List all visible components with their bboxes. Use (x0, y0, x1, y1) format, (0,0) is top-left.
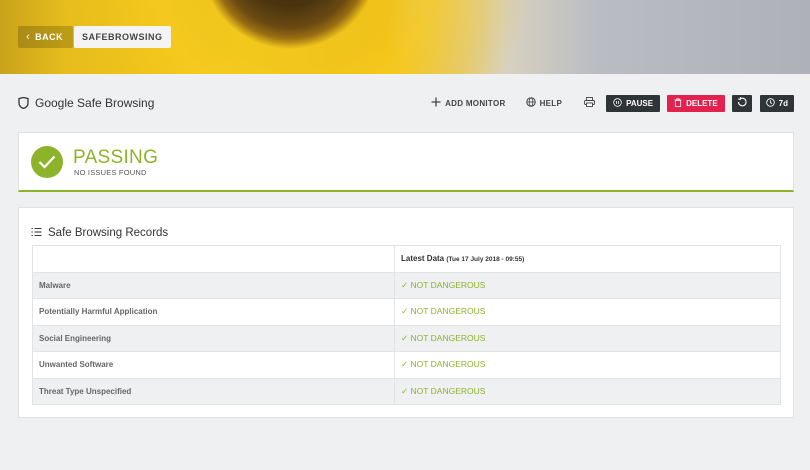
breadcrumb-label: SAFEBROWSING (82, 32, 163, 42)
row-value: ✓ NOT DANGEROUS (394, 324, 781, 352)
plus-icon (431, 97, 441, 109)
table-row: Threat Type Unspecified ✓ NOT DANGEROUS (32, 377, 781, 405)
records-card: Safe Browsing Records Latest Data (Tue 1… (18, 207, 794, 418)
add-monitor-label: ADD MONITOR (445, 98, 506, 108)
time-range-button[interactable]: 7d (759, 94, 794, 112)
page-header: Google Safe Browsing ADD MONITOR HELP PA… (18, 92, 794, 114)
row-label: Malware (32, 271, 395, 299)
row-value: ✓ NOT DANGEROUS (394, 377, 781, 405)
records-heading: Safe Browsing Records (31, 224, 168, 242)
records-title: Safe Browsing Records (48, 227, 169, 239)
clock-icon (765, 97, 775, 109)
row-value-text: NOT DANGEROUS (410, 332, 486, 343)
checkmark-icon: ✓ (401, 279, 409, 290)
shield-icon (18, 97, 30, 109)
row-value: ✓ NOT DANGEROUS (394, 351, 781, 379)
row-value-text: NOT DANGEROUS (410, 279, 486, 290)
row-label: Social Engineering (32, 324, 395, 352)
header-actions: ADD MONITOR HELP PAUSE DELETE 7d (431, 92, 794, 114)
row-label: Threat Type Unspecified (32, 377, 395, 405)
table-row: Potentially Harmful Application ✓ NOT DA… (32, 298, 781, 326)
checkmark-icon: ✓ (401, 385, 409, 396)
list-icon (31, 224, 42, 242)
table-header-latest: Latest Data (Tue 17 July 2018 - 09:55) (394, 245, 781, 273)
checkmark-icon: ✓ (401, 332, 409, 343)
column-header-date: (Tue 17 July 2018 - 09:55) (446, 256, 525, 264)
back-button-label: BACK (35, 32, 64, 42)
time-range-label: 7d (778, 98, 788, 108)
chevron-left-icon: ‹ (26, 31, 31, 43)
refresh-button[interactable] (731, 94, 752, 112)
status-title: PASSING (73, 147, 159, 168)
table-row: Malware ✓ NOT DANGEROUS (32, 271, 781, 299)
row-value-text: NOT DANGEROUS (410, 385, 486, 396)
status-subtitle: NO ISSUES FOUND (74, 168, 147, 177)
row-label: Unwanted Software (32, 351, 395, 379)
pause-icon (613, 97, 622, 109)
delete-button[interactable]: DELETE (667, 94, 725, 112)
breadcrumb: SAFEBROWSING (74, 26, 171, 48)
add-monitor-button[interactable]: ADD MONITOR (431, 97, 505, 109)
printer-icon (584, 97, 596, 109)
trash-icon (674, 97, 682, 109)
table-header-row: Latest Data (Tue 17 July 2018 - 09:55) (32, 245, 781, 273)
table-row: Unwanted Software ✓ NOT DANGEROUS (32, 351, 781, 379)
row-value: ✓ NOT DANGEROUS (394, 271, 781, 299)
delete-label: DELETE (686, 98, 718, 108)
checkmark-icon: ✓ (401, 359, 409, 370)
header-banner: ‹ BACK SAFEBROWSING (0, 0, 810, 74)
checkmark-icon (31, 146, 63, 178)
records-table: Latest Data (Tue 17 July 2018 - 09:55) M… (32, 245, 781, 405)
globe-icon (525, 97, 536, 109)
help-button[interactable]: HELP (525, 97, 563, 109)
table-header-empty (32, 245, 395, 273)
status-card: PASSING NO ISSUES FOUND (18, 132, 794, 192)
column-header-label: Latest Data (401, 254, 445, 264)
checkmark-icon: ✓ (401, 306, 409, 317)
row-value: ✓ NOT DANGEROUS (394, 298, 781, 326)
table-row: Social Engineering ✓ NOT DANGEROUS (32, 324, 781, 352)
row-value-text: NOT DANGEROUS (410, 306, 486, 317)
pause-label: PAUSE (626, 98, 654, 108)
back-button[interactable]: ‹ BACK (18, 26, 74, 48)
sunflower-image (140, 0, 440, 74)
row-label: Potentially Harmful Application (32, 298, 395, 326)
row-value-text: NOT DANGEROUS (410, 359, 486, 370)
help-label: HELP (539, 98, 563, 108)
refresh-icon (736, 96, 748, 110)
print-button[interactable] (584, 97, 596, 109)
page-title: Google Safe Browsing (35, 96, 155, 110)
pause-button[interactable]: PAUSE (606, 94, 661, 112)
